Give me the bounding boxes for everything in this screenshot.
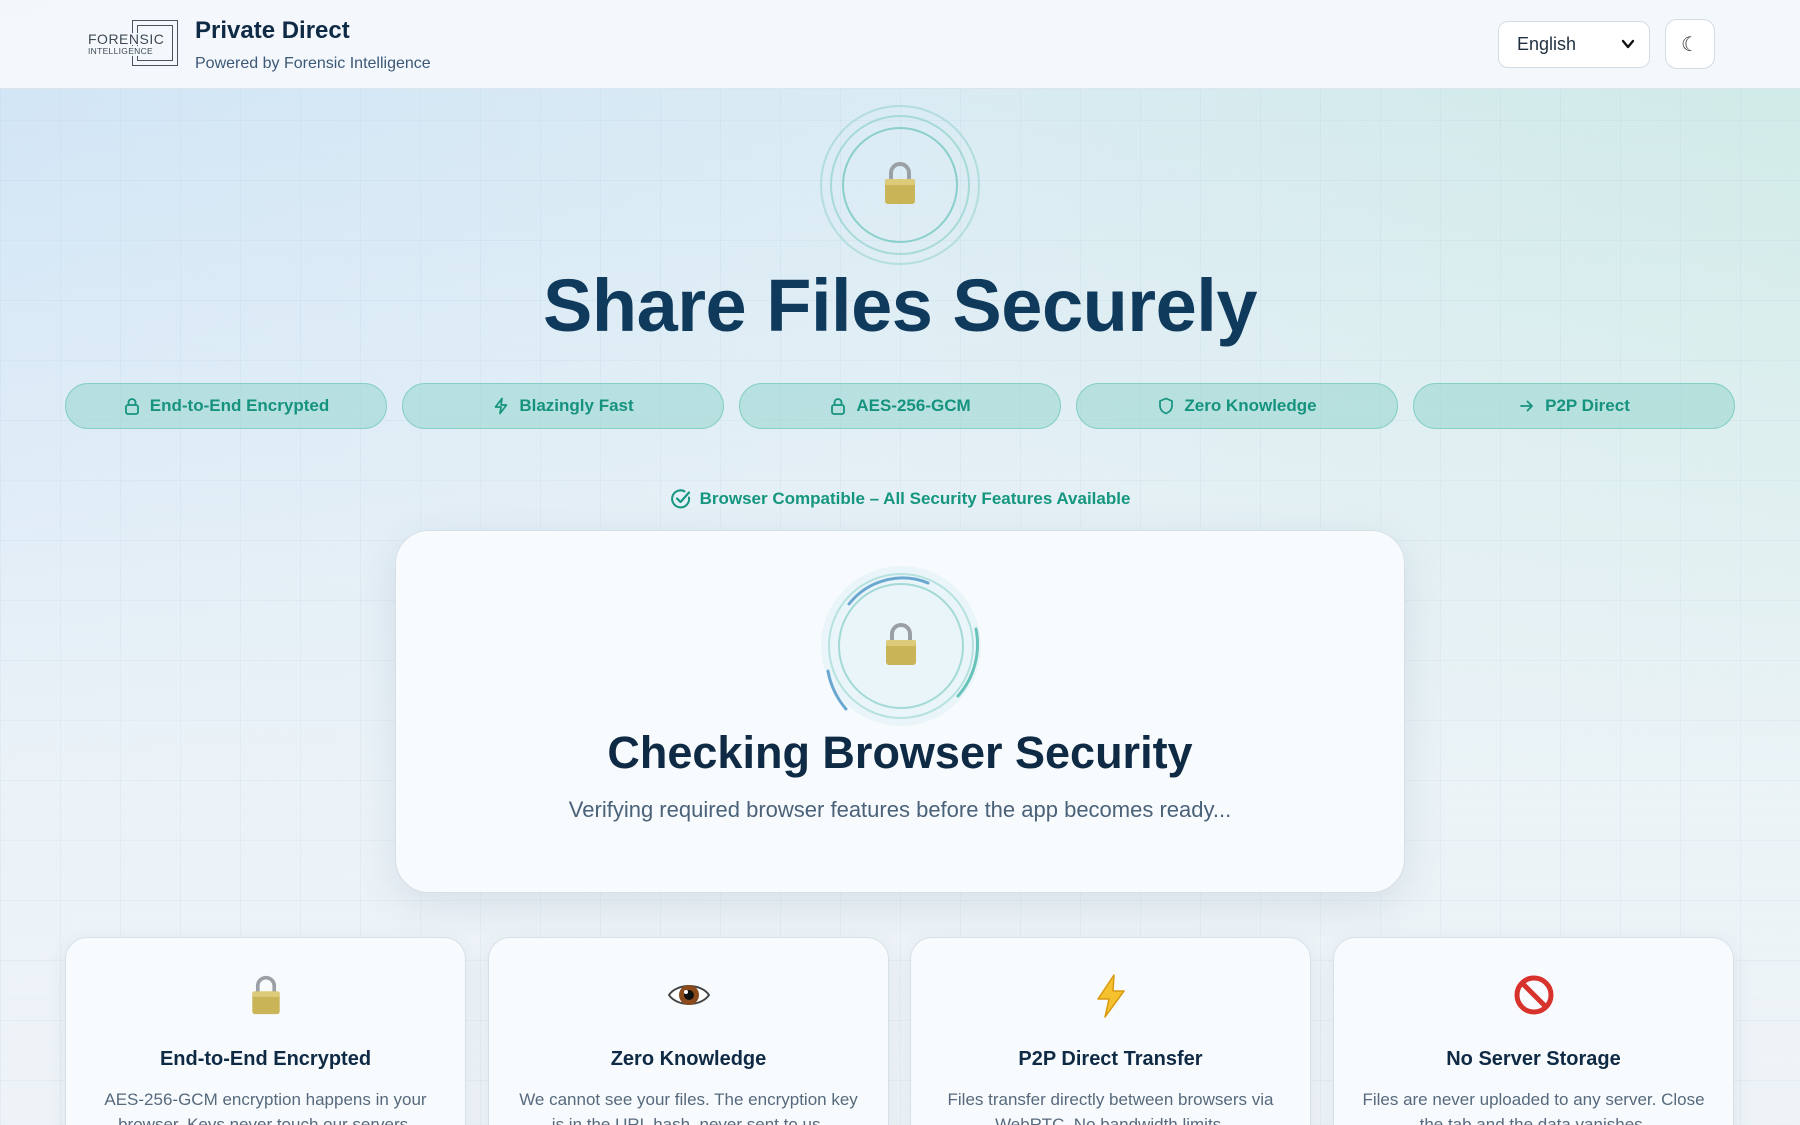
badge-label: Blazingly Fast: [519, 396, 634, 415]
badge-aes-256-gcm: AES-256-GCM: [739, 383, 1061, 429]
app-subtitle: Powered by Forensic Intelligence: [195, 55, 431, 72]
feature-description: Files are never uploaded to any server. …: [1362, 1090, 1705, 1125]
app-title: Private Direct: [195, 17, 350, 44]
badge-label: End-to-End Encrypted: [149, 396, 330, 415]
browser-compatibility-status: Browser Compatible – All Security Featur…: [0, 488, 1800, 510]
arrow-right-icon: [1520, 400, 1534, 412]
shield-icon: [1159, 397, 1174, 415]
language-select-value: English: [1517, 34, 1577, 54]
feature-description: We cannot see your files. The encryption…: [519, 1090, 858, 1125]
loading-spinner: [816, 561, 986, 731]
feature-title: P2P Direct Transfer: [1018, 1048, 1203, 1070]
hero-lock-emblem: [820, 105, 980, 265]
forensic-intelligence-logo[interactable]: FORENSIC INTELLIGENCE: [88, 20, 178, 66]
badge-label: AES-256-GCM: [856, 396, 971, 415]
feature-card-no-server-storage: No Server Storage Files are never upload…: [1333, 937, 1734, 1125]
feature-card-zero-knowledge: Zero Knowledge We cannot see your files.…: [488, 937, 889, 1125]
logo-word-forensic: FORENSIC: [88, 31, 165, 47]
feature-title: End-to-End Encrypted: [159, 1048, 372, 1070]
lightning-icon: [494, 397, 508, 415]
lock-icon: [883, 621, 919, 672]
hero-title: Share Files Securely: [543, 264, 1257, 347]
chevron-down-icon: [1621, 22, 1635, 85]
badge-zero-knowledge: Zero Knowledge: [1076, 383, 1398, 429]
lightning-icon: [911, 974, 1310, 1020]
status-subtitle: Verifying required browser features befo…: [568, 797, 1232, 822]
feature-card-end-to-end-encrypted: End-to-End Encrypted AES-256-GCM encrypt…: [65, 937, 466, 1125]
theme-toggle-button[interactable]: ☾: [1665, 19, 1715, 69]
badge-end-to-end-encrypted: End-to-End Encrypted: [65, 383, 387, 429]
security-check-card: Checking Browser Security Verifying requ…: [395, 530, 1405, 893]
lock-icon: [66, 974, 465, 1020]
feature-description: Files transfer directly between browsers…: [947, 1090, 1274, 1125]
feature-title: No Server Storage: [1446, 1048, 1621, 1070]
badge-p2p-direct: P2P Direct: [1413, 383, 1735, 429]
check-circle-icon: [670, 489, 690, 509]
moon-icon: ☾: [1681, 32, 1699, 56]
feature-title: Zero Knowledge: [610, 1048, 767, 1070]
lock-icon: [124, 398, 139, 415]
language-select[interactable]: English: [1498, 21, 1650, 68]
logo-word-intelligence: INTELLIGENCE: [88, 46, 154, 56]
no-entry-icon: [1334, 974, 1733, 1020]
feature-description: AES-256-GCM encryption happens in your b…: [104, 1090, 427, 1125]
badge-blazingly-fast: Blazingly Fast: [402, 383, 724, 429]
eye-icon: [489, 974, 888, 1020]
lock-icon: [882, 160, 918, 211]
status-title: Checking Browser Security: [607, 727, 1193, 778]
compatibility-text: Browser Compatible – All Security Featur…: [699, 489, 1131, 508]
top-header: FORENSIC INTELLIGENCE Private Direct Pow…: [0, 0, 1800, 89]
badge-label: P2P Direct: [1545, 396, 1630, 415]
feature-card-p2p-direct-transfer: P2P Direct Transfer Files transfer direc…: [910, 937, 1311, 1125]
badge-label: Zero Knowledge: [1184, 396, 1317, 415]
lock-icon: [831, 398, 846, 415]
